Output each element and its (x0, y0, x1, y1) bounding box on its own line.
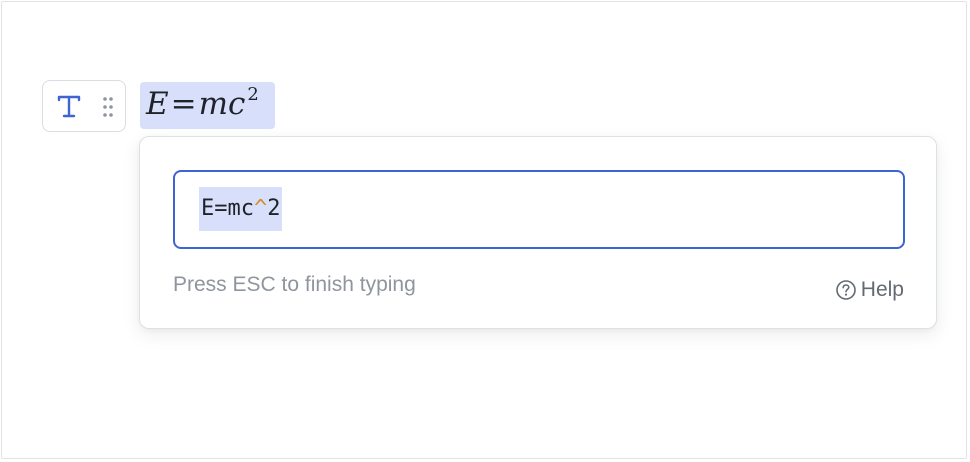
equation-lhs: E (146, 86, 169, 122)
equation-source-text[interactable]: E=mc^2 (199, 187, 283, 231)
equation-equals: = (170, 86, 197, 122)
text-type-icon[interactable] (56, 93, 82, 119)
equation-input[interactable]: E=mc^2 (173, 170, 905, 249)
rendered-equation[interactable]: E=mc 2 (140, 82, 275, 129)
help-circle-icon (835, 280, 856, 300)
help-label: Help (860, 278, 904, 301)
equation-rhs: mc (198, 86, 246, 122)
equation-exponent: 2 (247, 84, 259, 105)
drag-handle-icon[interactable] (102, 96, 114, 118)
source-before: E=mc (201, 196, 254, 221)
equation-editor-popover: E=mc^2 Press ESC to finish typing Help (139, 136, 937, 329)
esc-hint: Press ESC to finish typing (173, 273, 416, 296)
source-operator: ^ (253, 196, 268, 221)
source-after: 2 (267, 196, 281, 221)
block-toolbar[interactable] (42, 80, 126, 132)
help-button[interactable]: Help (835, 276, 904, 304)
